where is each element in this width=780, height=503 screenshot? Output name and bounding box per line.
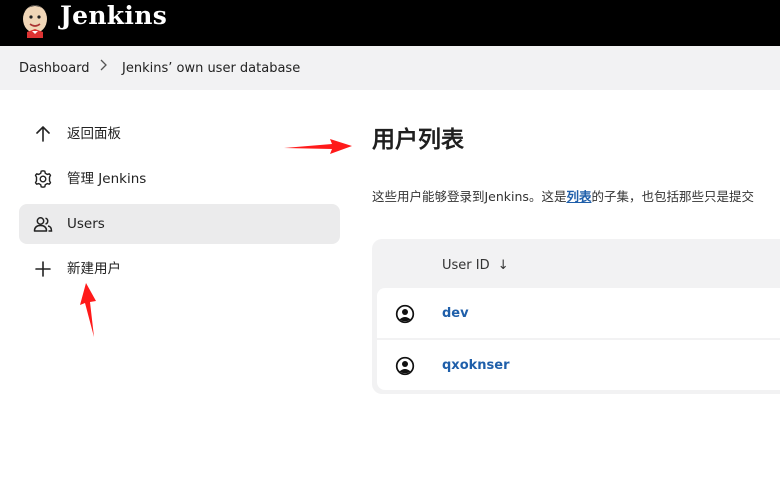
column-header-user-id[interactable]: User ID ↓ [442, 258, 509, 273]
breadcrumb-dashboard[interactable]: Dashboard [19, 61, 90, 77]
sidebar-item-label: 新建用户 [67, 261, 121, 277]
sidebar-item-manage-jenkins[interactable]: 管理 Jenkins [19, 159, 340, 199]
top-bar: Jenkins [0, 0, 780, 46]
page-description: 这些用户能够登录到Jenkins。这是列表的子集，也包括那些只是提交 [372, 189, 754, 205]
sidebar-item-users[interactable]: Users [19, 204, 340, 244]
sidebar-item-label: Users [67, 216, 105, 232]
sort-down-icon: ↓ [497, 258, 509, 273]
breadcrumb-user-database[interactable]: Jenkins’ own user database [122, 61, 300, 77]
users-table: User ID ↓ dev qxoknser [372, 239, 780, 394]
sidebar-item-new-user[interactable]: 新建用户 [19, 249, 340, 289]
description-link[interactable]: 列表 [566, 189, 591, 204]
table-row: dev [377, 288, 780, 338]
brand-title[interactable]: Jenkins [60, 1, 167, 31]
column-header-label: User ID [442, 258, 490, 273]
plus-icon [35, 261, 51, 277]
arrow-up-icon [36, 126, 50, 142]
description-text-suffix: 的子集，也包括那些只是提交 [591, 189, 754, 204]
annotation-arrow-up-icon [80, 283, 96, 337]
breadcrumb [0, 46, 780, 90]
chevron-right-icon [100, 59, 107, 71]
page-title: 用户列表 [372, 127, 464, 153]
gear-icon [34, 170, 52, 188]
annotation-arrow-right-icon [284, 139, 352, 154]
user-avatar-icon [395, 304, 415, 324]
sidebar-item-label: 管理 Jenkins [67, 171, 147, 187]
user-link[interactable]: dev [442, 306, 469, 321]
user-link[interactable]: qxoknser [442, 358, 510, 373]
user-avatar-icon [395, 356, 415, 376]
table-row: qxoknser [377, 340, 780, 390]
jenkins-logo-icon[interactable] [18, 0, 52, 38]
sidebar-item-label: 返回面板 [67, 126, 121, 142]
users-icon [33, 217, 53, 232]
description-text: 这些用户能够登录到Jenkins。这是 [372, 189, 567, 204]
